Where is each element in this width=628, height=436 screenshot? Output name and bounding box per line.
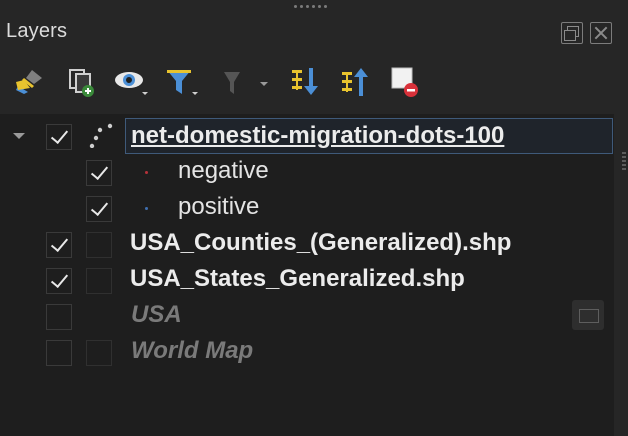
- layer-name: USA_States_Generalized.shp: [130, 265, 465, 292]
- layer-visibility-checkbox[interactable]: [46, 232, 72, 258]
- filter-by-expression-button[interactable]: [218, 64, 268, 100]
- layer-name: net-domestic-migration-dots-100: [131, 122, 505, 149]
- layer-name: USA: [131, 301, 182, 328]
- layer-visibility-checkbox[interactable]: [46, 340, 72, 366]
- negative-symbol-icon: [145, 171, 148, 174]
- class-label: positive: [178, 193, 260, 220]
- panel-title: Layers: [6, 20, 68, 42]
- manage-map-themes-button[interactable]: [112, 64, 148, 100]
- selected-layer-highlight[interactable]: net-domestic-migration-dots-100: [125, 118, 613, 154]
- splitter-handle[interactable]: [622, 152, 626, 172]
- float-panel-button[interactable]: [561, 22, 583, 44]
- collapse-all-button[interactable]: [339, 64, 375, 100]
- eye-icon: [115, 72, 148, 95]
- map-tips-icon[interactable]: [572, 300, 604, 330]
- add-group-button[interactable]: [64, 64, 100, 100]
- dock-grip[interactable]: [294, 5, 328, 10]
- layer-row[interactable]: USA_Counties_(Generalized).shp: [0, 226, 614, 262]
- collapse-all-icon: [342, 68, 368, 96]
- legend-class-row[interactable]: negative: [0, 154, 614, 190]
- layer-symbol-icon: [86, 268, 112, 294]
- layer-visibility-checkbox[interactable]: [46, 268, 72, 294]
- add-group-icon: [69, 69, 94, 97]
- layer-visibility-checkbox[interactable]: [46, 304, 72, 330]
- layers-toolbar: [0, 60, 628, 104]
- layer-row[interactable]: USA: [0, 298, 614, 334]
- expression-filter-icon: [224, 72, 268, 94]
- layer-symbol-icon: [86, 232, 112, 258]
- style-manager-button[interactable]: [12, 64, 48, 100]
- layer-name: USA_Counties_(Generalized).shp: [130, 229, 512, 256]
- class-visibility-checkbox[interactable]: [86, 160, 112, 186]
- collapse-arrow-icon[interactable]: [13, 133, 25, 139]
- point-cluster-icon: [89, 123, 113, 148]
- remove-layer-button[interactable]: [388, 64, 424, 100]
- filter-legend-button[interactable]: [164, 64, 200, 100]
- paint-brush-icon: [16, 70, 42, 94]
- layer-tree[interactable]: net-domestic-migration-dots-100 negative…: [0, 114, 614, 436]
- remove-layer-icon: [391, 67, 418, 97]
- legend-class-row[interactable]: positive: [0, 190, 614, 226]
- layer-row[interactable]: USA_States_Generalized.shp: [0, 262, 614, 298]
- positive-symbol-icon: [145, 207, 148, 210]
- layer-row[interactable]: World Map: [0, 334, 614, 370]
- layer-visibility-checkbox[interactable]: [46, 124, 72, 150]
- layers-panel: Layers net-domestic-migration-dots-100 n…: [0, 0, 628, 436]
- layer-row[interactable]: net-domestic-migration-dots-100: [0, 118, 614, 154]
- expand-all-icon: [292, 68, 318, 95]
- class-visibility-checkbox[interactable]: [86, 196, 112, 222]
- layer-name: World Map: [131, 337, 254, 364]
- expand-all-button[interactable]: [289, 64, 325, 100]
- class-label: negative: [178, 157, 269, 184]
- layer-symbol-icon: [86, 340, 112, 366]
- funnel-icon: [167, 70, 198, 95]
- close-panel-button[interactable]: [590, 22, 612, 44]
